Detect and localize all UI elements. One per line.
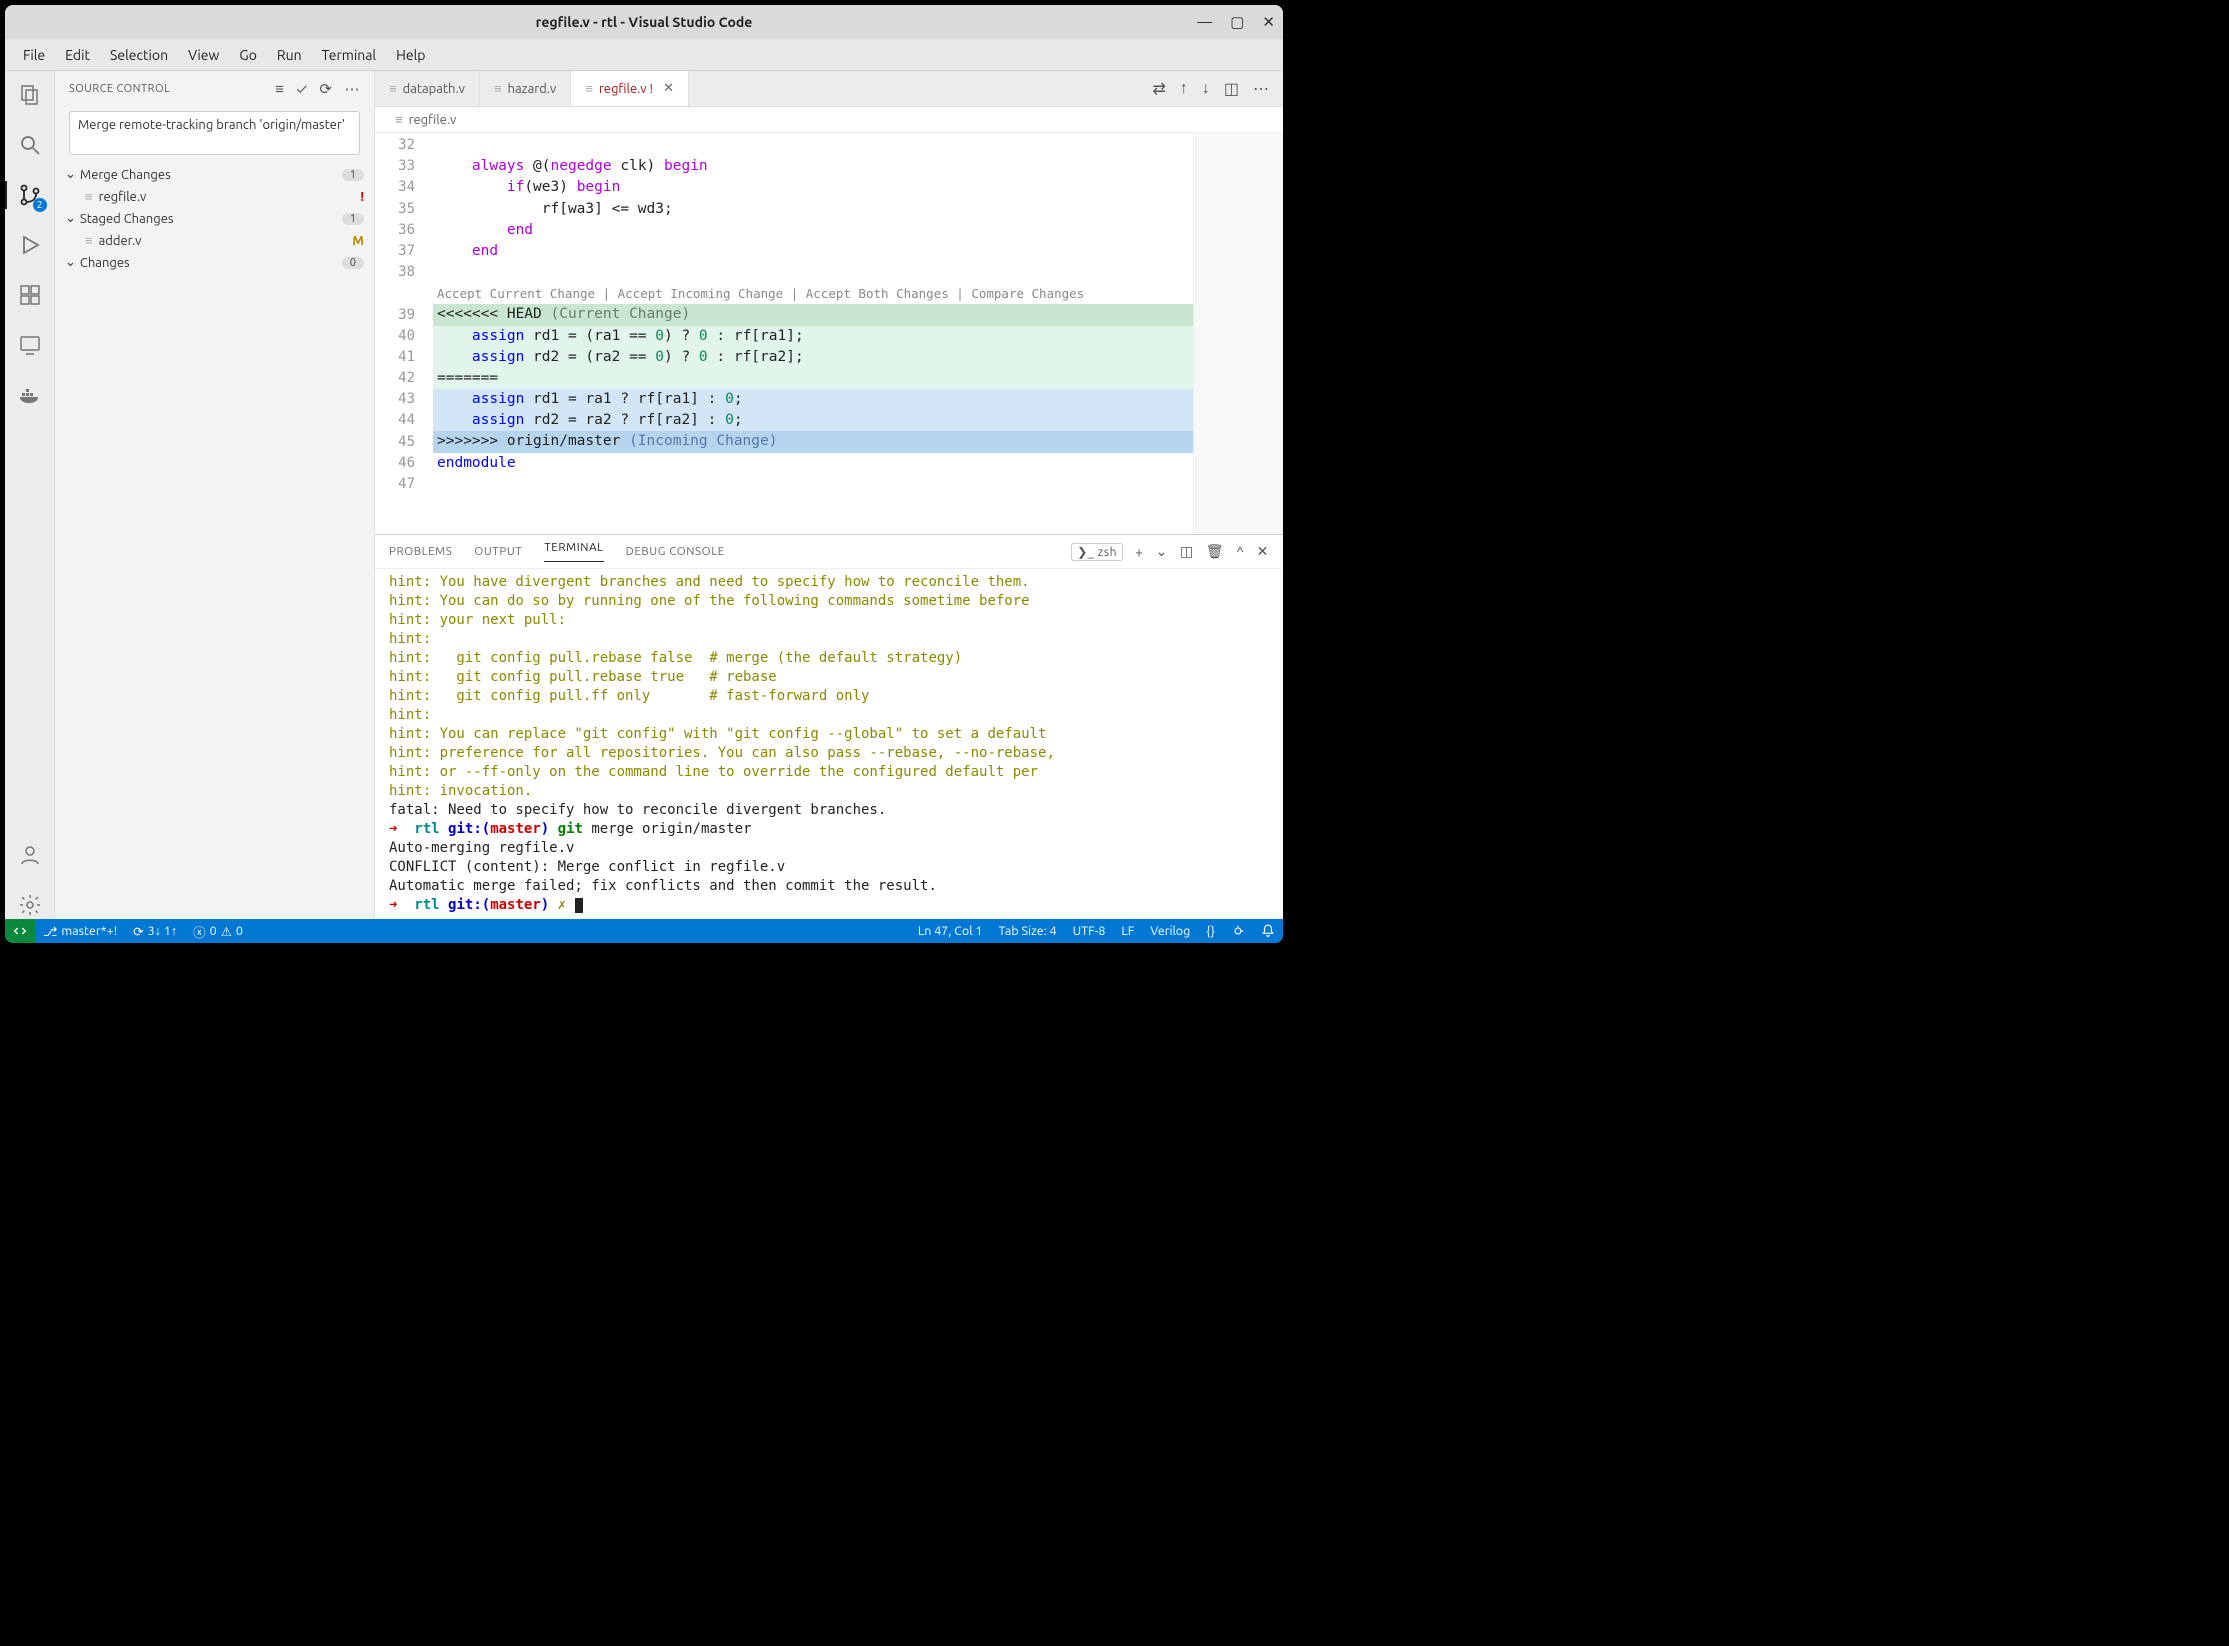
editor-tabs: ≡datapath.v≡hazard.v≡regfile.v !✕ ⇄ ↑ ↓ … bbox=[375, 71, 1283, 107]
editor-area: ≡datapath.v≡hazard.v≡regfile.v !✕ ⇄ ↑ ↓ … bbox=[375, 71, 1283, 919]
maximize-panel-icon[interactable]: ^ bbox=[1236, 544, 1245, 560]
close-button[interactable]: ✕ bbox=[1262, 13, 1275, 31]
language-mode[interactable]: Verilog bbox=[1142, 919, 1198, 943]
notifications-icon[interactable] bbox=[1253, 919, 1283, 943]
remote-indicator[interactable] bbox=[5, 919, 35, 943]
sync-status[interactable]: ⟳ 3↓ 1↑ bbox=[125, 919, 185, 943]
scm-section-staged-changes[interactable]: ⌄ Staged Changes1 bbox=[55, 207, 374, 230]
close-panel-icon[interactable]: ✕ bbox=[1257, 543, 1269, 560]
code-editor[interactable]: always @(negedge clk) begin if(we3) begi… bbox=[433, 133, 1193, 534]
scm-badge: 2 bbox=[33, 198, 47, 212]
terminal-dropdown-icon[interactable]: ⌄ bbox=[1156, 543, 1168, 560]
settings-icon[interactable] bbox=[16, 891, 44, 919]
feedback-icon[interactable] bbox=[1223, 919, 1253, 943]
view-as-tree-icon[interactable]: ≡ bbox=[275, 80, 284, 98]
extensions-icon[interactable] bbox=[16, 281, 44, 309]
breadcrumb-item: regfile.v bbox=[409, 113, 457, 127]
next-change-icon[interactable]: ↓ bbox=[1202, 79, 1210, 98]
panel-tab-output[interactable]: OUTPUT bbox=[474, 545, 522, 558]
split-terminal-icon[interactable]: ◫ bbox=[1180, 543, 1194, 560]
remote-explorer-icon[interactable] bbox=[16, 331, 44, 359]
menu-selection[interactable]: Selection bbox=[100, 43, 178, 67]
cursor-position[interactable]: Ln 47, Col 1 bbox=[910, 919, 991, 943]
tab-hazard-v[interactable]: ≡hazard.v bbox=[480, 71, 571, 106]
new-terminal-icon[interactable]: + bbox=[1135, 544, 1144, 560]
panel-tab-problems[interactable]: PROBLEMS bbox=[389, 545, 452, 558]
maximize-button[interactable]: ▢ bbox=[1230, 13, 1244, 31]
search-icon[interactable] bbox=[16, 131, 44, 159]
minimap[interactable] bbox=[1193, 133, 1283, 534]
tab-size[interactable]: Tab Size: 4 bbox=[990, 919, 1064, 943]
menu-view[interactable]: View bbox=[178, 43, 229, 67]
docker-icon[interactable] bbox=[16, 381, 44, 409]
panel-tabs: PROBLEMS OUTPUT TERMINAL DEBUG CONSOLE ❯_ zs… bbox=[375, 535, 1283, 569]
tab-regfile-v--[interactable]: ≡regfile.v !✕ bbox=[571, 71, 689, 106]
source-control-icon[interactable]: 2 bbox=[16, 181, 44, 209]
merge-codelens[interactable]: Accept Current Change | Accept Incoming … bbox=[433, 283, 1193, 304]
compare-changes-icon[interactable]: ⇄ bbox=[1152, 79, 1165, 98]
branch-status[interactable]: ⎇ master*+! bbox=[35, 919, 125, 943]
menu-edit[interactable]: Edit bbox=[55, 43, 100, 67]
titlebar: regfile.v - rtl - Visual Studio Code — ▢… bbox=[5, 5, 1283, 39]
more-editor-actions-icon[interactable]: ⋯ bbox=[1253, 79, 1269, 98]
terminal[interactable]: hint: You have divergent branches and ne… bbox=[375, 569, 1283, 919]
prev-change-icon[interactable]: ↑ bbox=[1180, 79, 1188, 98]
scm-file-adder.v[interactable]: ≡ adder.vM bbox=[55, 230, 374, 251]
sidebar: SOURCE CONTROL ≡ ✓ ⟳ ⋯ Merge remote-trac… bbox=[55, 71, 375, 919]
panel-tab-terminal[interactable]: TERMINAL bbox=[544, 541, 603, 562]
panel-tab-debug-console[interactable]: DEBUG CONSOLE bbox=[626, 545, 725, 558]
encoding[interactable]: UTF-8 bbox=[1065, 919, 1114, 943]
commit-message-input[interactable]: Merge remote-tracking branch 'origin/mas… bbox=[69, 111, 360, 155]
minimize-button[interactable]: — bbox=[1197, 13, 1212, 31]
terminal-profile[interactable]: ❯_ zsh bbox=[1071, 543, 1123, 561]
explorer-icon[interactable] bbox=[16, 81, 44, 109]
tab-close-icon[interactable]: ✕ bbox=[663, 81, 674, 96]
menubar: FileEditSelectionViewGoRunTerminalHelp bbox=[5, 39, 1283, 71]
menu-help[interactable]: Help bbox=[386, 43, 435, 67]
activity-bar: 2 bbox=[5, 71, 55, 919]
scm-section-merge-changes[interactable]: ⌄ Merge Changes1 bbox=[55, 163, 374, 186]
breadcrumb[interactable]: ≡ regfile.v bbox=[375, 107, 1283, 133]
accounts-icon[interactable] bbox=[16, 841, 44, 869]
line-gutter: 32333435363738 394041424344454647 bbox=[375, 133, 433, 534]
problems-status[interactable]: ⓧ 0 ⚠ 0 bbox=[185, 919, 251, 943]
scm-file-regfile.v[interactable]: ≡ regfile.v! bbox=[55, 186, 374, 207]
refresh-icon[interactable]: ⟳ bbox=[319, 80, 332, 98]
sidebar-title: SOURCE CONTROL bbox=[69, 83, 170, 95]
more-actions-icon[interactable]: ⋯ bbox=[345, 80, 361, 98]
scm-section-changes[interactable]: ⌄ Changes0 bbox=[55, 251, 374, 274]
commit-icon[interactable]: ✓ bbox=[296, 80, 307, 98]
statusbar: ⎇ master*+! ⟳ 3↓ 1↑ ⓧ 0 ⚠ 0 Ln 47, Col 1… bbox=[5, 919, 1283, 943]
language-status-icon[interactable]: {} bbox=[1198, 919, 1223, 943]
window-title: regfile.v - rtl - Visual Studio Code bbox=[536, 14, 753, 30]
menu-file[interactable]: File bbox=[13, 43, 55, 67]
menu-go[interactable]: Go bbox=[229, 43, 266, 67]
eol[interactable]: LF bbox=[1113, 919, 1142, 943]
menu-terminal[interactable]: Terminal bbox=[312, 43, 387, 67]
menu-run[interactable]: Run bbox=[267, 43, 312, 67]
panel: PROBLEMS OUTPUT TERMINAL DEBUG CONSOLE ❯_ zs… bbox=[375, 534, 1283, 919]
run-debug-icon[interactable] bbox=[16, 231, 44, 259]
split-editor-icon[interactable]: ◫ bbox=[1224, 79, 1239, 98]
kill-terminal-icon[interactable]: 🗑 bbox=[1206, 543, 1224, 560]
tab-datapath-v[interactable]: ≡datapath.v bbox=[375, 71, 480, 106]
